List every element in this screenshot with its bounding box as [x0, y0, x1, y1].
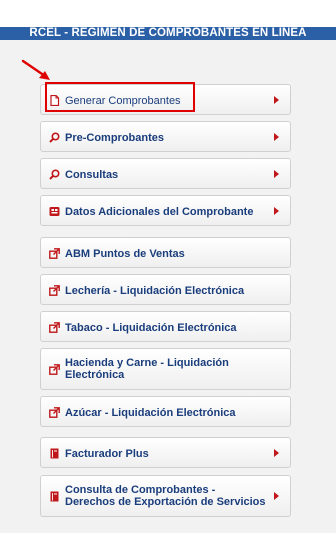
- link-icon: [49, 364, 60, 375]
- menu-item-label: Pre-Comprobantes: [65, 132, 165, 144]
- annotation-arrow-icon: [21, 59, 50, 80]
- menu-item-label: Datos Adicionales del Comprobante: [65, 206, 254, 218]
- chevron-right-icon: [274, 449, 279, 457]
- chevron-right-icon: [274, 133, 279, 141]
- menu-item-label: Hacienda y Carne - Liquidación Electróni…: [65, 357, 229, 381]
- menu-item-tabaco[interactable]: Tabaco - Liquidación Electrónica: [40, 311, 291, 342]
- menu-item-pre-comprobantes[interactable]: Pre-Comprobantes: [40, 121, 291, 152]
- chevron-right-icon: [274, 96, 279, 104]
- menu-item-label: Consultas: [65, 169, 119, 181]
- chevron-right-icon: [274, 170, 279, 178]
- menu-item-azucar[interactable]: Azúcar - Liquidación Electrónica: [40, 396, 291, 427]
- menu-item-consultas[interactable]: Consultas: [40, 158, 291, 189]
- page: RCEL - RÉGIMEN DE COMPROBANTES EN LÍNEA …: [0, 0, 336, 533]
- menu-item-label: Lechería - Liquidación Electrónica: [65, 285, 245, 297]
- search-icon: [49, 132, 60, 143]
- page-title: RCEL - RÉGIMEN DE COMPROBANTES EN LÍNEA: [0, 27, 336, 40]
- book-icon: [49, 491, 60, 502]
- link-icon: [49, 407, 60, 418]
- search-icon: [49, 169, 60, 180]
- menu-item-facturador-plus[interactable]: Facturador Plus: [40, 437, 291, 468]
- menu-item-lecheria[interactable]: Lechería - Liquidación Electrónica: [40, 274, 291, 305]
- link-icon: [49, 248, 60, 259]
- menu-item-label: Azúcar - Liquidación Electrónica: [65, 407, 236, 419]
- link-icon: [49, 285, 60, 296]
- data-icon: [49, 206, 60, 217]
- menu-item-label: Tabaco - Liquidación Electrónica: [65, 322, 237, 334]
- book-icon: [49, 448, 60, 459]
- menu-item-abm-puntos-de-ventas[interactable]: ABM Puntos de Ventas: [40, 237, 291, 268]
- chevron-right-icon: [274, 207, 279, 215]
- chevron-right-icon: [274, 492, 279, 500]
- menu-item-label: ABM Puntos de Ventas: [65, 248, 185, 260]
- link-icon: [49, 322, 60, 333]
- menu-item-label: Facturador Plus: [65, 448, 149, 460]
- menu-item-label: Consulta de Comprobantes - Derechos de E…: [65, 484, 266, 508]
- menu-item-hacienda-y-carne[interactable]: Hacienda y Carne - Liquidación Electróni…: [40, 348, 291, 390]
- top-strip: [0, 0, 336, 27]
- menu-item-datos-adicionales[interactable]: Datos Adicionales del Comprobante: [40, 195, 291, 226]
- highlight-box: [45, 82, 195, 112]
- menu-item-consulta-derechos-exportacion[interactable]: Consulta de Comprobantes - Derechos de E…: [40, 475, 291, 517]
